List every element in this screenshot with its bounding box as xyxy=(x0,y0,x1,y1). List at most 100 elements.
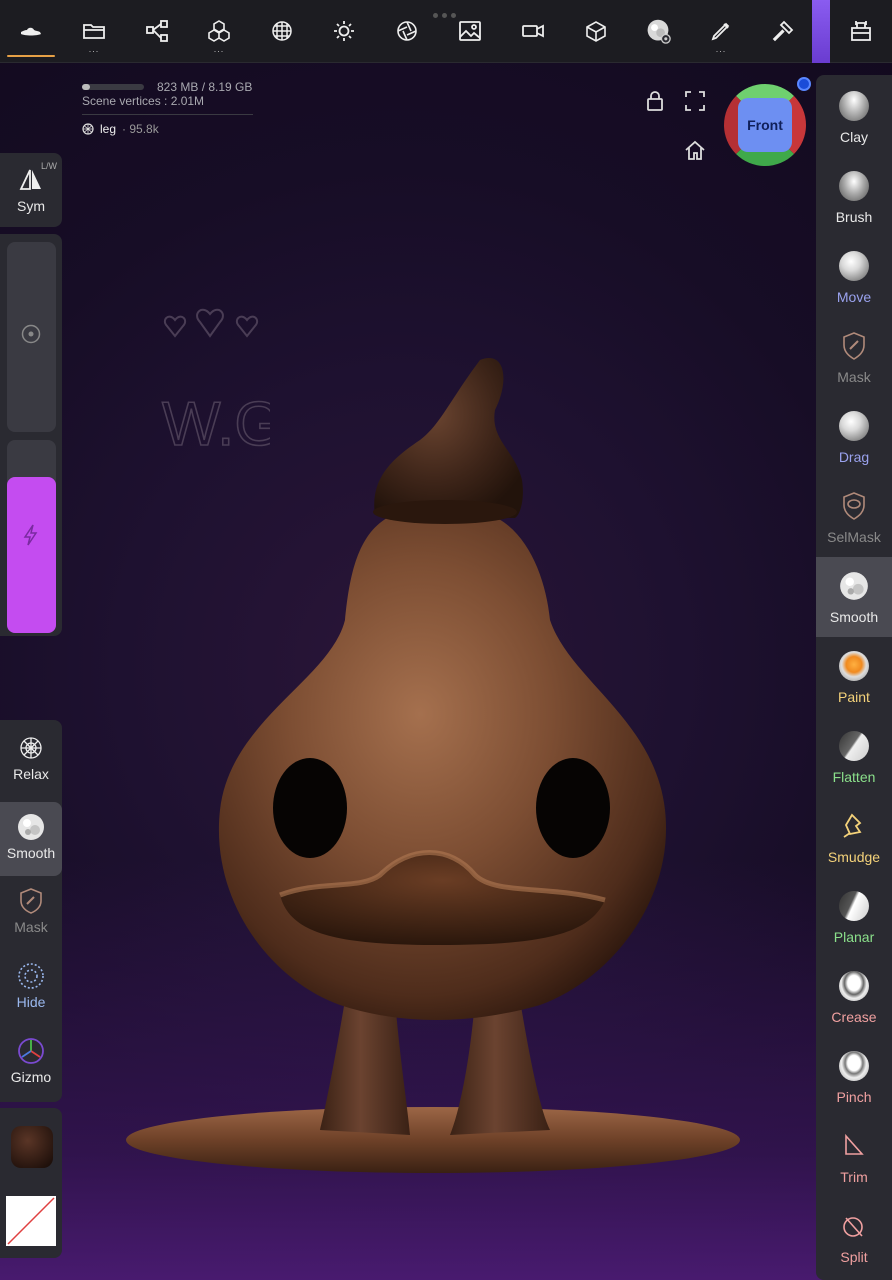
hide-icon xyxy=(18,963,44,989)
view-gizmo[interactable]: Front xyxy=(724,84,806,166)
drag-icon xyxy=(838,410,870,442)
brush-settings-icon[interactable] xyxy=(627,0,689,62)
planar-tool[interactable]: Planar xyxy=(816,877,892,957)
flatten-icon xyxy=(838,730,870,762)
mesh-vertex-count: · 95.8k xyxy=(122,122,159,136)
drag-label: Drag xyxy=(838,449,870,465)
hammer-icon[interactable] xyxy=(752,0,814,62)
scene-graph-icon[interactable] xyxy=(126,0,188,62)
stats-divider xyxy=(82,114,253,115)
trim-icon xyxy=(838,1130,870,1162)
smooth-label-left: Smooth xyxy=(6,845,56,861)
sculpted-character xyxy=(126,358,740,1173)
alpha-swatch[interactable] xyxy=(6,1196,56,1246)
folder-icon[interactable]: ... xyxy=(63,0,125,62)
fullscreen-icon[interactable] xyxy=(682,88,708,114)
mesh-name: leg xyxy=(100,122,117,136)
clay-tool[interactable]: Clay xyxy=(816,77,892,157)
split-icon xyxy=(838,1210,870,1242)
relax-button[interactable]: Relax xyxy=(0,733,62,782)
gizmo-front-face[interactable]: Front xyxy=(738,98,792,152)
pinch-tool[interactable]: Pinch xyxy=(816,1037,892,1117)
image-icon[interactable] xyxy=(439,0,501,62)
pinch-icon xyxy=(838,1050,870,1082)
planar-icon xyxy=(838,890,870,922)
crease-tool[interactable]: Crease xyxy=(816,957,892,1037)
gizmo-indicator-dot[interactable] xyxy=(797,77,811,91)
drag-tool[interactable]: Drag xyxy=(816,397,892,477)
gizmo-label: Gizmo xyxy=(10,1069,52,1085)
smooth-label: Smooth xyxy=(829,609,879,625)
crease-label: Crease xyxy=(831,1009,877,1025)
toolbox-icon[interactable] xyxy=(830,0,892,62)
smooth-tool[interactable]: Smooth xyxy=(816,557,892,637)
trim-tool[interactable]: Trim xyxy=(816,1117,892,1197)
top-toolbar: ... ... ... xyxy=(0,0,892,63)
mesh-icon xyxy=(82,123,94,135)
relax-web-icon xyxy=(20,737,42,759)
mask-tool[interactable]: Mask xyxy=(816,317,892,397)
selmask-tool[interactable]: SelMask xyxy=(816,477,892,557)
flatten-label: Flatten xyxy=(832,769,876,785)
brush-icon xyxy=(838,170,870,202)
paint-label: Paint xyxy=(838,689,870,705)
smooth-icon xyxy=(18,814,44,840)
pen-icon[interactable]: ... xyxy=(690,0,752,62)
sym-button[interactable]: Sym xyxy=(0,165,62,214)
drag-grip[interactable] xyxy=(433,13,461,19)
split-tool[interactable]: Split xyxy=(816,1197,892,1277)
memory-bar xyxy=(82,84,144,90)
lightning-icon xyxy=(23,524,38,546)
folder-more-dots: ... xyxy=(88,44,100,54)
hide-label: Hide xyxy=(16,994,46,1010)
memory-text: 823 MB / 8.19 GB xyxy=(157,80,253,94)
pinch-label: Pinch xyxy=(836,1089,872,1105)
topology-sphere-icon[interactable] xyxy=(251,0,313,62)
mask-shield-icon xyxy=(838,330,870,362)
smudge-tool[interactable]: Smudge xyxy=(816,797,892,877)
brush-tool[interactable]: Brush xyxy=(816,157,892,237)
smudge-icon xyxy=(838,810,870,842)
radius-icon xyxy=(21,324,41,344)
move-icon xyxy=(838,250,870,282)
trim-label: Trim xyxy=(840,1169,868,1185)
flatten-tool[interactable]: Flatten xyxy=(816,717,892,797)
lock-icon[interactable] xyxy=(642,88,668,114)
mask-label: Mask xyxy=(837,369,871,385)
multires-more-dots: ... xyxy=(213,44,225,54)
smooth-button-left[interactable]: Smooth xyxy=(0,802,62,876)
selmask-label: SelMask xyxy=(827,529,881,545)
mask-shield-icon xyxy=(20,888,42,914)
gizmo-button[interactable]: Gizmo xyxy=(0,1036,62,1085)
paint-tool[interactable]: Paint xyxy=(816,637,892,717)
split-label: Split xyxy=(840,1249,868,1265)
clay-icon xyxy=(838,90,870,122)
gizmo-axes-icon xyxy=(18,1038,44,1064)
mask-label-left: Mask xyxy=(14,919,48,935)
hide-button[interactable]: Hide xyxy=(0,961,62,1010)
pen-more-dots: ... xyxy=(715,44,727,54)
paint-icon xyxy=(838,650,870,682)
camera-icon[interactable] xyxy=(502,0,564,62)
home-icon[interactable] xyxy=(682,138,708,164)
sym-label: Sym xyxy=(17,198,45,214)
mask-button-left[interactable]: Mask xyxy=(0,886,62,935)
relax-label: Relax xyxy=(13,766,49,782)
crease-icon xyxy=(838,970,870,1002)
vertex-count: Scene vertices : 2.01M xyxy=(82,94,205,108)
smooth-icon xyxy=(838,570,870,602)
matcap-swatch[interactable] xyxy=(11,1126,53,1168)
intensity-slider[interactable] xyxy=(7,477,56,633)
selmask-icon xyxy=(838,490,870,522)
hat-menu-icon[interactable] xyxy=(0,0,62,62)
brush-label: Brush xyxy=(835,209,873,225)
material-aperture-icon[interactable] xyxy=(376,0,438,62)
light-sun-icon[interactable] xyxy=(313,0,375,62)
sym-badge: L/W xyxy=(41,161,58,171)
box-icon[interactable] xyxy=(565,0,627,62)
no-alpha-icon xyxy=(7,1197,55,1245)
move-tool[interactable]: Move xyxy=(816,237,892,317)
mesh-row[interactable]: leg · 95.8k xyxy=(82,122,159,136)
move-label: Move xyxy=(836,289,872,305)
multires-cubes-icon[interactable]: ... xyxy=(188,0,250,62)
